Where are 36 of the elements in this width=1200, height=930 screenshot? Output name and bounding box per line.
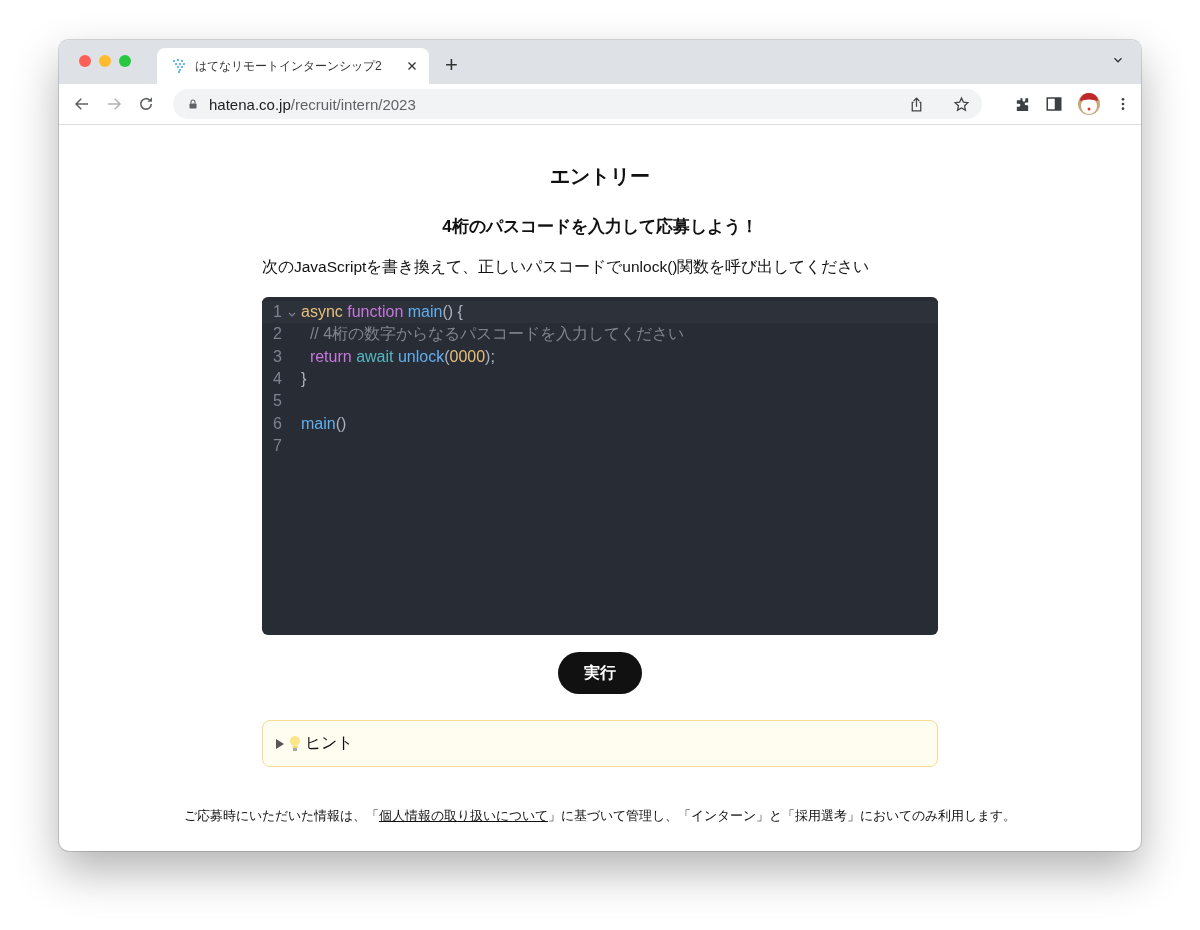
star-icon[interactable] [953,95,970,113]
run-button[interactable]: 実行 [558,652,642,694]
line-number: 6 [272,414,282,433]
browser-tab[interactable]: はてなリモートインターンシップ2 [157,48,429,84]
site-logo-icon [171,58,187,74]
avatar-icon[interactable] [1077,92,1101,116]
side-panel-icon[interactable] [1045,95,1063,113]
hint-label: ヒント [305,733,353,753]
page-title: エントリー [550,164,650,189]
line-number: 1 [272,303,282,322]
code-line: } [301,370,307,389]
code-line: return await unlock(0000); [308,347,495,366]
lock-icon[interactable] [187,98,199,110]
line-number: 7 [272,436,282,455]
hint-toggle[interactable]: ヒント [262,720,938,767]
line-number: 2 [272,325,282,344]
puzzle-icon[interactable] [1014,95,1031,113]
code-line: // 4桁の数字からなるパスコードを入力してください [308,323,685,344]
tab-title: はてなリモートインターンシップ2 [195,57,383,75]
instruction-text: 次のJavaScriptを書き換えて、正しいパスコードでunlock()関数を呼び出してください [262,257,871,277]
privacy-notice: ご応募時にいただいた情報は、「個人情報の取り扱いについて」に基づいて管理し、「インターン」と「採用選考」においてのみ利用します。 [184,807,1016,825]
new-tab-button[interactable]: + [445,52,458,78]
back-icon[interactable] [73,95,91,113]
code-line: async function main() { [301,303,463,322]
line-number: 5 [272,392,282,411]
address-bar[interactable]: hatena.co.jp/recruit/intern/2023 [173,89,982,119]
line-number: 3 [272,347,282,366]
code-editor[interactable]: 1 async function main() { 2 // 4桁の数字からなるパスコードを入力してください 3 return await unlock(0000); 4 } 5 6 main() 7 [262,297,938,635]
code-line: main() [301,414,347,433]
line-number: 4 [272,370,282,389]
fold-chevron-icon[interactable] [287,312,296,319]
lightbulb-icon [289,734,301,753]
page-subtitle: 4桁のパスコードを入力して応募しよう！ [442,216,758,238]
url-text: hatena.co.jp/recruit/intern/2023 [209,95,417,113]
privacy-policy-link[interactable]: 個人情報の取り扱いについて [379,808,548,823]
reload-icon[interactable] [137,95,155,113]
